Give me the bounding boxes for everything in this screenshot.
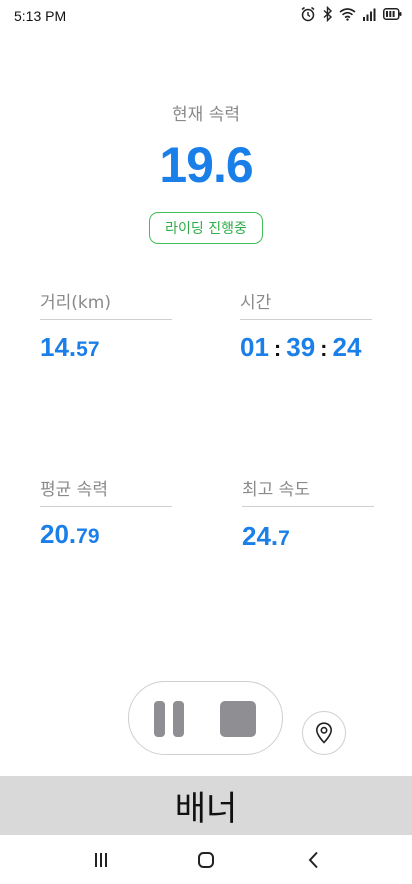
max-speed-value: 24.7 <box>242 521 374 552</box>
recent-apps-button[interactable] <box>86 849 116 871</box>
max-speed-value-dec: 7 <box>278 527 290 550</box>
distance-value: 14.57 <box>40 332 172 363</box>
avg-speed-value-int: 20. <box>40 519 77 549</box>
elapsed-time-value: 01 : 39 : 24 <box>240 332 372 363</box>
status-icons <box>300 6 402 22</box>
recent-apps-icon <box>95 853 107 867</box>
time-stat: 시간 01 : 39 : 24 <box>240 288 372 363</box>
location-pin-icon <box>315 722 333 744</box>
avg-speed-stat: 평균 속력 20.79 <box>40 475 172 550</box>
time-minutes: 39 <box>286 332 316 362</box>
time-hours: 01 <box>240 332 269 362</box>
status-time: 5:13 PM <box>14 8 67 24</box>
max-speed-label: 최고 속도 <box>242 475 374 507</box>
home-icon <box>198 852 214 868</box>
max-speed-value-int: 24. <box>242 521 279 551</box>
avg-speed-value-dec: 79 <box>76 525 100 548</box>
current-speed-label: 현재 속력 <box>172 105 240 125</box>
avg-speed-label: 평균 속력 <box>40 475 172 507</box>
time-seconds: 24 <box>332 332 362 362</box>
pause-icon <box>154 701 165 737</box>
back-icon <box>308 851 318 869</box>
stop-button[interactable] <box>220 701 256 737</box>
wifi-icon <box>339 8 356 21</box>
back-button[interactable] <box>298 849 328 871</box>
distance-value-dec: 57 <box>76 338 100 361</box>
battery-icon <box>383 8 402 20</box>
distance-stat: 거리(km) 14.57 <box>40 288 172 363</box>
time-separator: : <box>320 336 328 361</box>
ride-controls <box>128 681 283 755</box>
ad-banner[interactable]: 배너 <box>0 776 412 835</box>
pause-button[interactable] <box>154 701 192 737</box>
time-label: 시간 <box>240 288 372 320</box>
alarm-icon <box>301 6 315 22</box>
location-button[interactable] <box>302 711 346 755</box>
status-bar: 5:13 PM <box>0 0 412 32</box>
pause-icon <box>173 701 184 737</box>
system-nav-bar <box>0 835 412 884</box>
current-speed-value: 19.6 <box>159 137 253 193</box>
ride-status-badge: 라이딩 진행중 <box>149 212 263 244</box>
signal-icon <box>363 8 376 21</box>
bluetooth-icon <box>323 6 333 22</box>
time-separator: : <box>273 336 282 361</box>
avg-speed-value: 20.79 <box>40 519 172 550</box>
distance-value-int: 14. <box>40 332 77 362</box>
distance-label: 거리(km) <box>40 288 172 320</box>
max-speed-stat: 최고 속도 24.7 <box>242 475 374 552</box>
home-button[interactable] <box>191 849 221 871</box>
